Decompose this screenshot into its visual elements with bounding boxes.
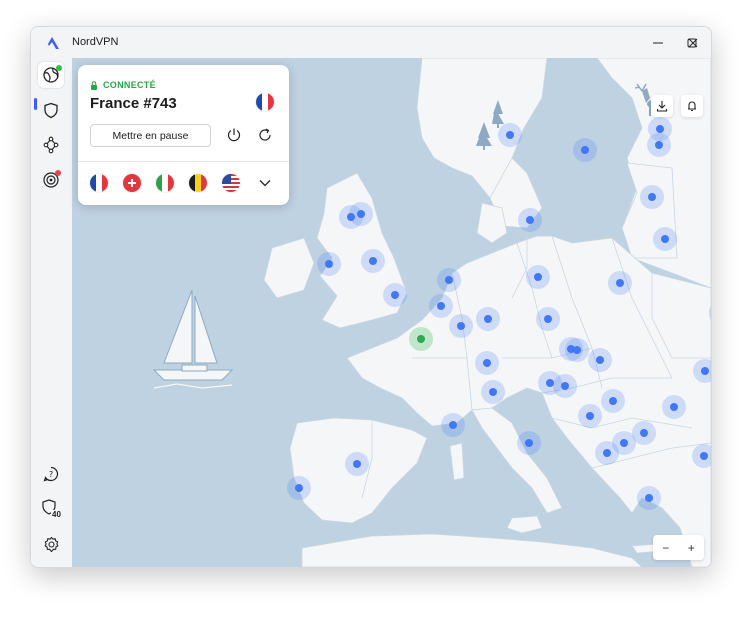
server-pin-portugal[interactable]: [287, 476, 311, 500]
server-pin-germany[interactable]: [476, 307, 500, 331]
usa-flag-icon: [222, 174, 240, 192]
server-pin-france-connected[interactable]: [409, 327, 433, 351]
alert-badge: [55, 170, 61, 176]
lock-icon: [91, 80, 97, 90]
zoom-out-button[interactable]: −: [653, 535, 679, 560]
server-name: France #743: [90, 95, 177, 112]
sidebar-item-threat-protection[interactable]: [38, 167, 64, 193]
bell-icon: [688, 101, 696, 112]
server-pin-croatia[interactable]: [553, 374, 577, 398]
server-pin-norway[interactable]: [498, 123, 522, 147]
server-pin-lithuania[interactable]: [653, 227, 677, 251]
svg-text:?: ?: [49, 470, 53, 479]
title-bar[interactable]: NordVPN: [31, 27, 711, 58]
server-pin-uk-north[interactable]: [361, 249, 385, 273]
connected-badge: [56, 65, 62, 71]
expand-recent-button[interactable]: [255, 173, 275, 193]
sidebar-item-dark-web-monitor[interactable]: 40: [38, 496, 64, 522]
server-pin-bosnia[interactable]: [578, 404, 602, 428]
notifications-button[interactable]: [681, 95, 703, 117]
sidebar-item-security[interactable]: [38, 97, 64, 123]
server-pin-luxembourg[interactable]: [449, 314, 473, 338]
server-pin-belgium[interactable]: [429, 294, 453, 318]
decor-sailboat: [152, 289, 234, 389]
server-pin-italy-south[interactable]: [517, 431, 541, 455]
server-pin-denmark[interactable]: [518, 208, 542, 232]
server-pin-latvia[interactable]: [640, 185, 664, 209]
shield-icon: [44, 102, 58, 118]
refresh-icon: [259, 128, 271, 141]
server-pin-ireland[interactable]: [317, 252, 341, 276]
sidebar-item-meshnet[interactable]: [38, 132, 64, 158]
zoom-control: − +: [653, 535, 704, 560]
recent-flag-belgium[interactable]: [189, 174, 207, 192]
server-pin-isle-of-man[interactable]: [339, 205, 363, 229]
settings-icon: [44, 536, 58, 552]
server-pin-austria[interactable]: [565, 338, 589, 362]
zoom-in-button[interactable]: +: [679, 535, 705, 560]
recent-flag-switzerland[interactable]: [123, 174, 141, 192]
swiss-cross-icon: [128, 179, 136, 187]
server-pin-italy-north[interactable]: [481, 380, 505, 404]
recent-flag-usa[interactable]: [222, 174, 240, 192]
connection-status: CONNECTÉ: [90, 80, 156, 90]
server-pin-czech-republic[interactable]: [536, 307, 560, 331]
power-icon: [227, 128, 241, 142]
download-button[interactable]: [651, 95, 673, 117]
chevron-down-icon: [259, 180, 271, 187]
recent-flag-italy[interactable]: [156, 174, 174, 192]
connection-card: CONNECTÉ France #743 Mettre en pause: [78, 65, 289, 205]
sidebar-item-help[interactable]: ?: [38, 461, 64, 487]
server-pin-spain[interactable]: [345, 452, 369, 476]
close-icon: [688, 38, 698, 47]
server-pin-uk-london[interactable]: [383, 283, 407, 307]
server-pin-estonia[interactable]: [647, 133, 671, 157]
server-pin-sweden[interactable]: [573, 138, 597, 162]
server-pin-poland[interactable]: [526, 265, 550, 289]
server-pin-turkey[interactable]: [692, 444, 711, 468]
server-pin-moldova[interactable]: [693, 359, 711, 383]
minimize-icon: [653, 42, 663, 43]
meshnet-icon: [43, 136, 59, 154]
close-button[interactable]: [676, 27, 710, 58]
current-flag-france: [256, 93, 274, 111]
breach-count-badge: 40: [51, 510, 62, 519]
download-icon: [656, 101, 668, 112]
sidebar: ? 40: [31, 58, 72, 567]
app-window: NordVPN ? 40 − + CONNECTÉ France #743 Me…: [30, 26, 712, 568]
pause-button[interactable]: Mettre en pause: [90, 124, 211, 147]
sidebar-item-map[interactable]: [38, 62, 64, 88]
help-icon: ?: [43, 466, 59, 482]
server-pin-bulgaria[interactable]: [662, 395, 686, 419]
recent-flag-france[interactable]: [90, 174, 108, 192]
server-pin-ukraine[interactable]: [608, 271, 632, 295]
server-pin-switzerland[interactable]: [475, 351, 499, 375]
server-pin-greece[interactable]: [637, 486, 661, 510]
sidebar-item-settings[interactable]: [38, 531, 64, 557]
server-pin-serbia[interactable]: [601, 389, 625, 413]
minimize-button[interactable]: [641, 27, 675, 58]
card-divider: [78, 161, 289, 162]
server-pin-hungary[interactable]: [588, 348, 612, 372]
status-text: CONNECTÉ: [103, 80, 156, 90]
reconnect-button[interactable]: [255, 125, 275, 145]
active-indicator: [34, 98, 37, 110]
disconnect-button[interactable]: [224, 125, 244, 145]
app-title: NordVPN: [72, 36, 119, 48]
nordvpn-logo-icon: [45, 37, 59, 49]
server-pin-monaco[interactable]: [441, 413, 465, 437]
server-pin-albania[interactable]: [595, 441, 619, 465]
server-pin-netherlands[interactable]: [437, 268, 461, 292]
